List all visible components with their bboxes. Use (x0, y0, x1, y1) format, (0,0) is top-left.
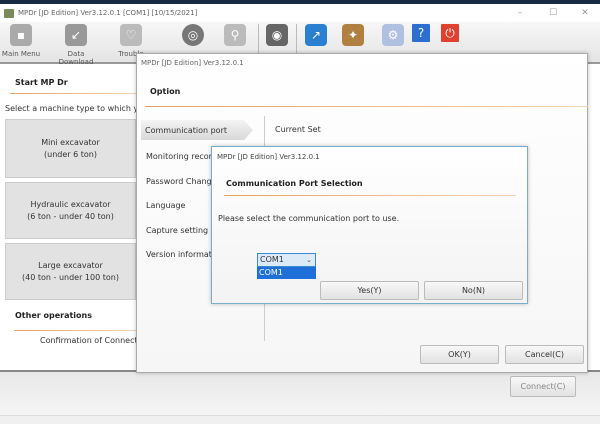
connect-button[interactable]: Connect(C) (510, 376, 576, 397)
download-icon: ↙ (65, 24, 87, 46)
toolbar-main-menu[interactable]: ▪ Main Menu (0, 24, 44, 58)
port-combobox[interactable]: COM1 ⌄ (257, 253, 316, 267)
machine-range: (under 6 ton) (44, 149, 97, 159)
toolbar-tools[interactable]: ⚲ (212, 24, 258, 50)
close-button[interactable]: ✕ (575, 4, 595, 22)
machine-range: (6 ton - under 40 ton) (27, 211, 114, 221)
menu-language[interactable]: Language (146, 201, 185, 210)
port-option[interactable]: COM1 (257, 267, 316, 279)
machine-name: Large excavator (38, 260, 103, 270)
stethoscope-icon: ♡ (120, 24, 142, 46)
toolbar-gauge[interactable]: ◎ (170, 24, 216, 50)
chevron-down-icon: ⌄ (306, 256, 312, 264)
power-icon: ⏻ (441, 24, 459, 42)
minimize-button[interactable]: – (510, 4, 530, 22)
start-title: Start MP Dr (15, 78, 68, 87)
main-menu-icon: ▪ (10, 24, 32, 46)
toolbar-data-download[interactable]: ↙ Data Download (50, 24, 102, 66)
ok-button[interactable]: OK(Y) (420, 345, 499, 364)
maximize-button[interactable]: ☐ (543, 4, 563, 22)
machine-mini-excavator[interactable]: Mini excavator (under 6 ton) (5, 119, 136, 178)
confirmation-link[interactable]: Confirmation of Connectio (40, 336, 145, 345)
machine-large-excavator[interactable]: Large excavator (40 ton - under 100 ton) (5, 243, 136, 300)
port-message: Please select the communication port to … (218, 214, 400, 223)
machine-range: (40 ton - under 100 ton) (22, 272, 119, 282)
no-button[interactable]: No(N) (424, 281, 523, 300)
machine-name: Mini excavator (41, 137, 100, 147)
mp-info-icon: ✦ (342, 24, 364, 46)
port-dialog-title: MPDr [JD Edition] Ver3.12.0.1 (217, 153, 320, 161)
menu-password-change[interactable]: Password Change (146, 177, 217, 186)
option-heading: Option (150, 87, 181, 96)
machine-prompt: Select a machine type to which you w (5, 104, 158, 113)
window-title: MPDr [JD Edition] Ver3.12.0.1 [COM1] [10… (18, 9, 198, 17)
menu-monitoring-record[interactable]: Monitoring record (146, 152, 217, 161)
upload-icon: ↗ (305, 24, 327, 46)
other-operations-title: Other operations (15, 311, 92, 320)
app-icon (4, 8, 14, 18)
cancel-button[interactable]: Cancel(C) (505, 345, 584, 364)
yes-button[interactable]: Yes(Y) (320, 281, 419, 300)
machine-hydraulic-excavator[interactable]: Hydraulic excavator (6 ton - under 40 ton… (5, 182, 136, 239)
toolbar-exit[interactable]: ⏻ (427, 24, 473, 46)
toolbar-label: Main Menu (1, 50, 41, 58)
menu-label: Communication port (145, 126, 227, 135)
menu-capture-setting[interactable]: Capture setting (146, 226, 208, 235)
current-set-label: Current Set (275, 125, 321, 134)
option-dialog-title: MPDr [JD Edition] Ver3.12.0.1 (141, 59, 244, 67)
machine-name: Hydraulic excavator (30, 199, 111, 209)
gauge-icon: ◎ (182, 24, 204, 46)
status-bar (0, 415, 600, 424)
port-heading: Communication Port Selection (226, 179, 363, 188)
camera-icon: ◉ (266, 24, 288, 46)
port-selection-dialog: MPDr [JD Edition] Ver3.12.0.1 Communicat… (211, 146, 528, 304)
tools-icon: ⚲ (224, 24, 246, 46)
port-selected-value: COM1 (260, 255, 284, 264)
